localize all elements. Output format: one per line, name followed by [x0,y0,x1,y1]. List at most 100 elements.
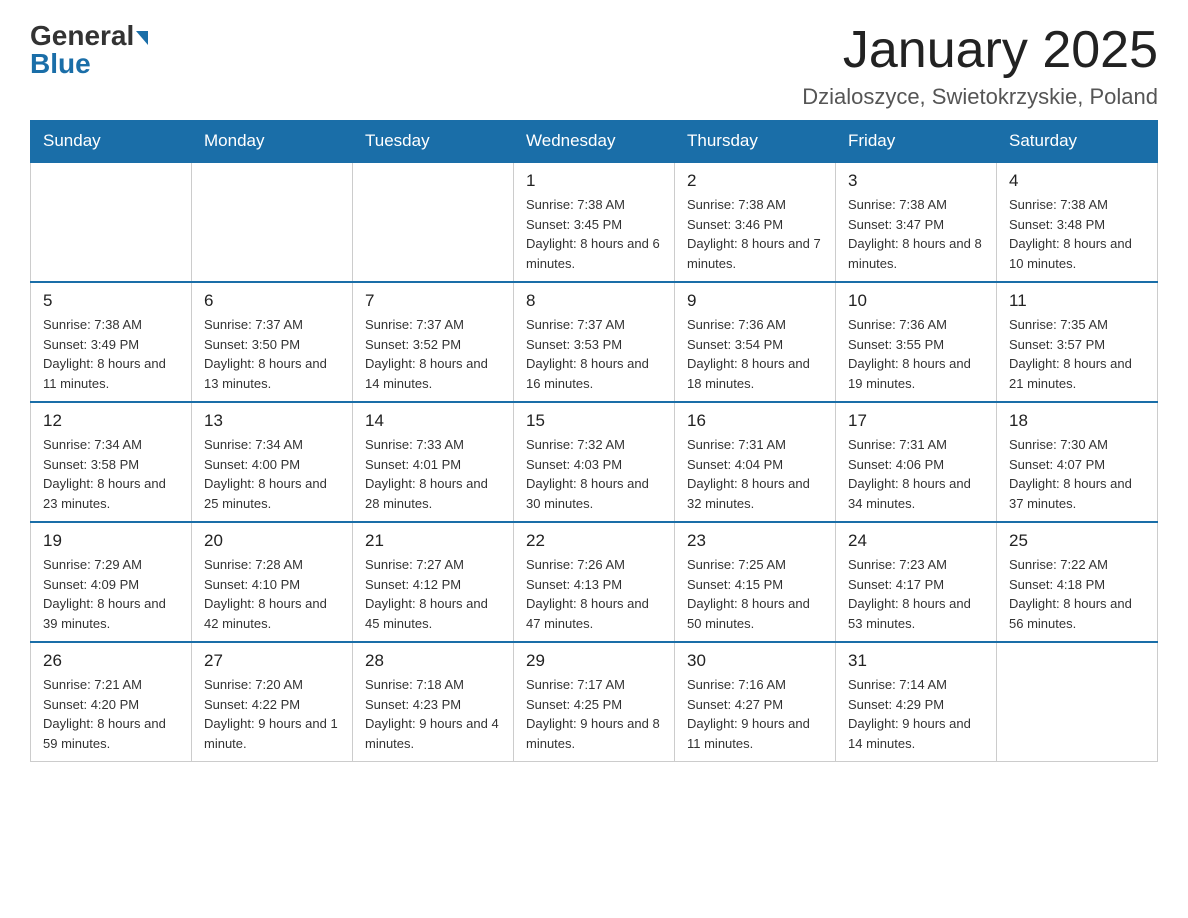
day-number: 4 [1009,171,1145,191]
day-number: 21 [365,531,501,551]
calendar-cell: 31 Sunrise: 7:14 AM Sunset: 4:29 PM Dayli… [836,642,997,762]
calendar-cell [31,162,192,282]
day-number: 1 [526,171,662,191]
calendar-cell: 9Sunrise: 7:36 AM Sunset: 3:54 PM Daylig… [675,282,836,402]
calendar-cell: 1Sunrise: 7:38 AM Sunset: 3:45 PM Daylig… [514,162,675,282]
day-info: Sunrise: 7:18 AM Sunset: 4:23 PM Dayligh… [365,675,501,753]
day-number: 23 [687,531,823,551]
calendar-body: 1Sunrise: 7:38 AM Sunset: 3:45 PM Daylig… [31,162,1158,762]
calendar-cell: 8 Sunrise: 7:37 AM Sunset: 3:53 PM Daylig… [514,282,675,402]
calendar-cell: 4 Sunrise: 7:38 AM Sunset: 3:48 PM Daylig… [997,162,1158,282]
calendar-cell: 5 Sunrise: 7:38 AM Sunset: 3:49 PM Daylig… [31,282,192,402]
day-of-week-friday: Friday [836,121,997,163]
day-number: 17 [848,411,984,431]
calendar-cell: 18 Sunrise: 7:30 AM Sunset: 4:07 PM Dayli… [997,402,1158,522]
day-number: 14 [365,411,501,431]
day-info: Sunrise: 7:29 AM Sunset: 4:09 PM Dayligh… [43,555,179,633]
day-number: 8 [526,291,662,311]
calendar-week-row: 5 Sunrise: 7:38 AM Sunset: 3:49 PM Daylig… [31,282,1158,402]
day-number: 15 [526,411,662,431]
day-info: Sunrise: 7:34 AM Sunset: 3:58 PM Dayligh… [43,435,179,513]
logo-blue-text: Blue [30,48,91,80]
day-number: 3 [848,171,984,191]
page-header: General Blue January 2025 Dzialoszyce, S… [30,20,1158,110]
calendar-cell: 3 Sunrise: 7:38 AM Sunset: 3:47 PM Daylig… [836,162,997,282]
calendar-week-row: 26 Sunrise: 7:21 AM Sunset: 4:20 PM Dayli… [31,642,1158,762]
calendar-cell: 10 Sunrise: 7:36 AM Sunset: 3:55 PM Dayli… [836,282,997,402]
calendar-cell: 12 Sunrise: 7:34 AM Sunset: 3:58 PM Dayli… [31,402,192,522]
calendar-cell: 23 Sunrise: 7:25 AM Sunset: 4:15 PM Dayli… [675,522,836,642]
calendar-table: SundayMondayTuesdayWednesdayThursdayFrid… [30,120,1158,762]
calendar-week-row: 19 Sunrise: 7:29 AM Sunset: 4:09 PM Dayli… [31,522,1158,642]
calendar-cell: 7 Sunrise: 7:37 AM Sunset: 3:52 PM Daylig… [353,282,514,402]
day-info: Sunrise: 7:27 AM Sunset: 4:12 PM Dayligh… [365,555,501,633]
days-of-week-row: SundayMondayTuesdayWednesdayThursdayFrid… [31,121,1158,163]
day-info: Sunrise: 7:32 AM Sunset: 4:03 PM Dayligh… [526,435,662,513]
day-info: Sunrise: 7:17 AM Sunset: 4:25 PM Dayligh… [526,675,662,753]
day-of-week-tuesday: Tuesday [353,121,514,163]
day-number: 9 [687,291,823,311]
day-number: 16 [687,411,823,431]
day-info: Sunrise: 7:38 AM Sunset: 3:48 PM Dayligh… [1009,195,1145,273]
day-number: 7 [365,291,501,311]
day-info: Sunrise: 7:38 AM Sunset: 3:49 PM Dayligh… [43,315,179,393]
calendar-cell: 30 Sunrise: 7:16 AM Sunset: 4:27 PM Dayli… [675,642,836,762]
day-info: Sunrise: 7:37 AM Sunset: 3:53 PM Dayligh… [526,315,662,393]
day-number: 5 [43,291,179,311]
calendar-cell: 22Sunrise: 7:26 AM Sunset: 4:13 PM Dayli… [514,522,675,642]
day-number: 25 [1009,531,1145,551]
calendar-header: SundayMondayTuesdayWednesdayThursdayFrid… [31,121,1158,163]
day-info: Sunrise: 7:21 AM Sunset: 4:20 PM Dayligh… [43,675,179,753]
calendar-cell: 17Sunrise: 7:31 AM Sunset: 4:06 PM Dayli… [836,402,997,522]
calendar-cell: 13 Sunrise: 7:34 AM Sunset: 4:00 PM Dayli… [192,402,353,522]
day-number: 13 [204,411,340,431]
day-number: 26 [43,651,179,671]
day-number: 19 [43,531,179,551]
day-info: Sunrise: 7:30 AM Sunset: 4:07 PM Dayligh… [1009,435,1145,513]
calendar-cell: 16 Sunrise: 7:31 AM Sunset: 4:04 PM Dayli… [675,402,836,522]
logo-arrow-icon [136,31,148,45]
day-of-week-saturday: Saturday [997,121,1158,163]
calendar-cell: 20Sunrise: 7:28 AM Sunset: 4:10 PM Dayli… [192,522,353,642]
day-info: Sunrise: 7:38 AM Sunset: 3:47 PM Dayligh… [848,195,984,273]
day-number: 10 [848,291,984,311]
day-number: 18 [1009,411,1145,431]
day-info: Sunrise: 7:25 AM Sunset: 4:15 PM Dayligh… [687,555,823,633]
day-number: 22 [526,531,662,551]
calendar-cell: 15 Sunrise: 7:32 AM Sunset: 4:03 PM Dayli… [514,402,675,522]
day-number: 24 [848,531,984,551]
calendar-cell: 14 Sunrise: 7:33 AM Sunset: 4:01 PM Dayli… [353,402,514,522]
day-number: 30 [687,651,823,671]
day-info: Sunrise: 7:37 AM Sunset: 3:52 PM Dayligh… [365,315,501,393]
calendar-cell [192,162,353,282]
day-number: 12 [43,411,179,431]
calendar-cell: 21 Sunrise: 7:27 AM Sunset: 4:12 PM Dayli… [353,522,514,642]
day-info: Sunrise: 7:34 AM Sunset: 4:00 PM Dayligh… [204,435,340,513]
day-number: 31 [848,651,984,671]
day-of-week-monday: Monday [192,121,353,163]
day-info: Sunrise: 7:20 AM Sunset: 4:22 PM Dayligh… [204,675,340,753]
day-info: Sunrise: 7:14 AM Sunset: 4:29 PM Dayligh… [848,675,984,753]
day-info: Sunrise: 7:36 AM Sunset: 3:55 PM Dayligh… [848,315,984,393]
day-number: 27 [204,651,340,671]
calendar-cell [353,162,514,282]
calendar-week-row: 1Sunrise: 7:38 AM Sunset: 3:45 PM Daylig… [31,162,1158,282]
day-info: Sunrise: 7:31 AM Sunset: 4:04 PM Dayligh… [687,435,823,513]
page-subtitle: Dzialoszyce, Swietokrzyskie, Poland [802,84,1158,110]
day-of-week-sunday: Sunday [31,121,192,163]
day-number: 29 [526,651,662,671]
day-info: Sunrise: 7:23 AM Sunset: 4:17 PM Dayligh… [848,555,984,633]
calendar-cell [997,642,1158,762]
day-info: Sunrise: 7:16 AM Sunset: 4:27 PM Dayligh… [687,675,823,753]
day-number: 20 [204,531,340,551]
day-info: Sunrise: 7:35 AM Sunset: 3:57 PM Dayligh… [1009,315,1145,393]
day-number: 11 [1009,291,1145,311]
calendar-cell: 19 Sunrise: 7:29 AM Sunset: 4:09 PM Dayli… [31,522,192,642]
calendar-cell: 6Sunrise: 7:37 AM Sunset: 3:50 PM Daylig… [192,282,353,402]
calendar-cell: 29 Sunrise: 7:17 AM Sunset: 4:25 PM Dayli… [514,642,675,762]
day-info: Sunrise: 7:37 AM Sunset: 3:50 PM Dayligh… [204,315,340,393]
day-of-week-wednesday: Wednesday [514,121,675,163]
calendar-cell: 28Sunrise: 7:18 AM Sunset: 4:23 PM Dayli… [353,642,514,762]
day-info: Sunrise: 7:33 AM Sunset: 4:01 PM Dayligh… [365,435,501,513]
day-number: 2 [687,171,823,191]
